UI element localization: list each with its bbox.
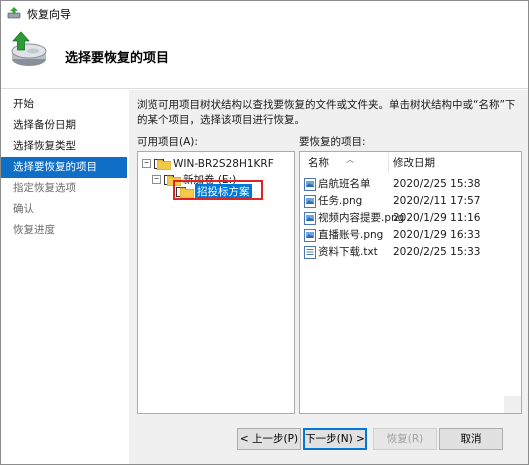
scrollbar-corner <box>504 396 521 413</box>
step-recovery-progress: 恢复进度 <box>13 224 55 236</box>
step-select-recovery-type[interactable]: 选择恢复类型 <box>1 136 127 157</box>
image-file-icon <box>304 178 316 191</box>
image-file-icon <box>304 229 316 242</box>
file-row[interactable]: 资料下载.txt 2020/2/25 15:33 <box>302 244 520 261</box>
next-button[interactable]: 下一步(N) > <box>303 428 367 450</box>
image-file-icon <box>304 212 316 225</box>
tree-node-label[interactable]: WIN-BR2S28H1KRF <box>173 156 274 172</box>
title-bar[interactable]: 恢复向导 <box>1 1 528 25</box>
file-row[interactable]: 视频内容提要.png 2020/1/29 11:16 <box>302 210 520 227</box>
file-row[interactable]: 启航班名单 2020/2/25 15:38 <box>302 176 520 193</box>
step-confirm: 确认 <box>13 203 34 215</box>
instructions-text: 浏览可用项目树状结构以查找要恢复的文件或文件夹。单击树状结构中或“名称”下的某个… <box>137 99 516 126</box>
wizard-content: 浏览可用项目树状结构以查找要恢复的文件或文件夹。单击树状结构中或“名称”下的某个… <box>129 90 528 464</box>
previous-button[interactable]: < 上一步(P) <box>237 428 301 450</box>
image-file-icon <box>304 195 316 208</box>
cancel-button[interactable]: 取消 <box>439 428 503 450</box>
restore-button: 恢复(R) <box>373 428 437 450</box>
step-start[interactable]: 开始 <box>1 94 127 115</box>
column-header-modified[interactable]: 修改日期 <box>389 153 519 173</box>
step-recovery-options: 指定恢复选项 <box>13 182 76 194</box>
text-file-icon <box>304 246 316 259</box>
step-select-backup-date[interactable]: 选择备份日期 <box>1 115 127 136</box>
available-items-tree[interactable]: − WIN-BR2S28H1KRF − 新加卷 (E:) 招投标方案 <box>137 151 295 414</box>
column-header-name[interactable]: ︿ 名称 <box>304 153 389 173</box>
file-row[interactable]: 直播账号.png 2020/1/29 16:33 <box>302 227 520 244</box>
sort-ascending-icon: ︿ <box>346 155 354 164</box>
restore-wizard-window: 恢复向导 选择要恢复的项目 开始 选择备份日期 选择恢复类型 选择要恢复的项目 … <box>0 0 529 465</box>
collapse-icon[interactable]: − <box>152 175 161 184</box>
collapse-icon[interactable]: − <box>142 159 151 168</box>
restore-drive-icon <box>11 31 47 66</box>
highlight-annotation-box <box>173 180 263 200</box>
wizard-step-nav: 开始 选择备份日期 选择恢复类型 选择要恢复的项目 指定恢复选项 确认 恢复进度 <box>1 90 129 464</box>
available-items-label: 可用项目(A): <box>137 136 198 148</box>
window-title: 恢复向导 <box>27 8 71 21</box>
tree-node-server[interactable]: − WIN-BR2S28H1KRF <box>142 156 292 172</box>
items-to-restore-label: 要恢复的项目: <box>299 136 366 148</box>
items-to-restore-list[interactable]: ︿ 名称 修改日期 启航班名单 2020/2/25 15:38 任务.png 2… <box>299 151 522 414</box>
wizard-header: 选择要恢复的项目 <box>1 25 528 89</box>
page-title: 选择要恢复的项目 <box>65 51 170 66</box>
step-select-items[interactable]: 选择要恢复的项目 <box>1 157 127 178</box>
file-row[interactable]: 任务.png 2020/2/11 17:57 <box>302 193 520 210</box>
folder-icon <box>157 159 171 170</box>
wizard-app-icon <box>7 7 21 19</box>
